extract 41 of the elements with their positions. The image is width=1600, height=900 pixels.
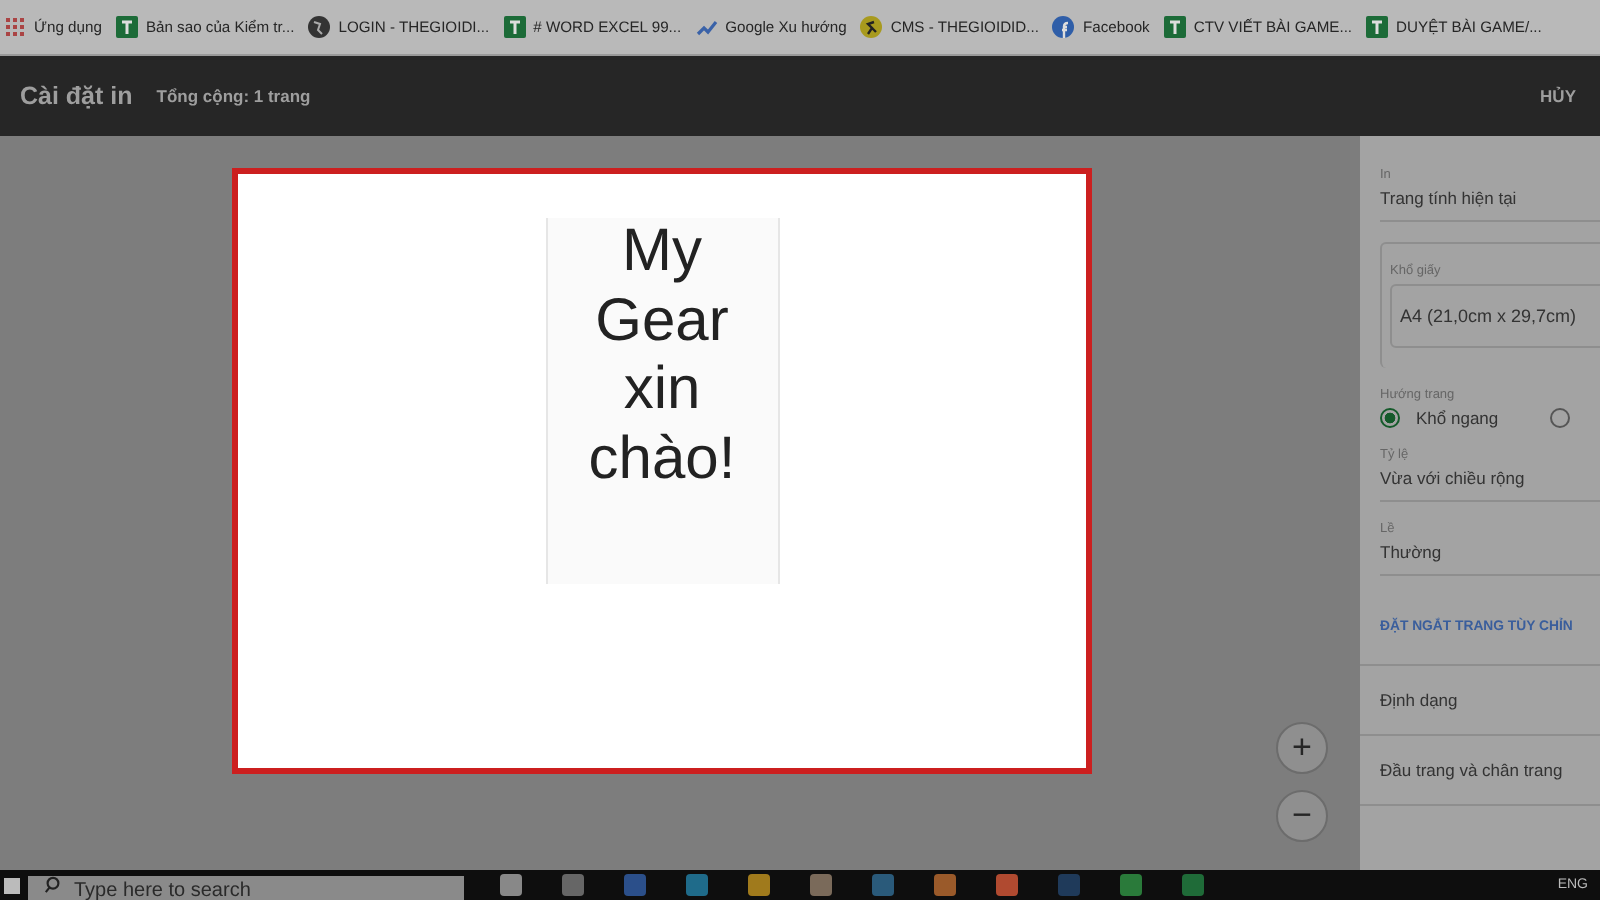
radio-button[interactable] <box>1380 408 1400 428</box>
section-item[interactable]: Đầu trang và chân trang <box>1380 760 1600 780</box>
spreadsheet-icon <box>1366 16 1389 38</box>
preview-text: xin <box>623 356 701 425</box>
app-icon[interactable] <box>624 874 646 896</box>
facebook-icon <box>1052 16 1075 38</box>
app-icon[interactable] <box>1182 874 1204 896</box>
zoom-in-button[interactable]: + <box>1276 722 1328 774</box>
globe-icon <box>308 16 331 38</box>
search-field[interactable]: Type here to search <box>28 876 464 900</box>
setting-dropdown[interactable]: Thường <box>1380 542 1600 574</box>
paper-size-field[interactable]: A4 (21,0cm x 29,7cm) <box>1390 284 1600 348</box>
grid-icon <box>6 17 26 37</box>
spreadsheet-icon <box>1163 16 1186 38</box>
preview-text: Gear <box>595 287 729 356</box>
windows-icon[interactable] <box>4 877 20 893</box>
app-icon[interactable] <box>872 874 894 896</box>
preview-text: My <box>622 218 702 287</box>
runner-icon <box>860 16 883 38</box>
dialog-title: Cài đặt in <box>20 82 133 110</box>
app-icon[interactable] <box>562 874 584 896</box>
app-icon[interactable] <box>996 874 1018 896</box>
app-icon[interactable] <box>1120 874 1142 896</box>
app-icon[interactable] <box>686 874 708 896</box>
radio-label: Khổ ngang <box>1416 408 1499 428</box>
app-icon[interactable] <box>810 874 832 896</box>
app-icon[interactable] <box>934 874 956 896</box>
app-icon[interactable] <box>500 874 522 896</box>
cancel-button[interactable]: HỦY <box>1532 78 1584 114</box>
setting-dropdown[interactable]: Trang tính hiện tại <box>1380 188 1600 220</box>
page-count: Tổng cộng: 1 trang <box>156 86 311 106</box>
zoom-out-button[interactable]: − <box>1276 790 1328 842</box>
radio-button[interactable] <box>1550 408 1571 428</box>
setting-dropdown[interactable]: Vừa với chiều rộng <box>1380 468 1600 500</box>
trend-icon <box>695 16 718 38</box>
app-icon[interactable] <box>748 874 770 896</box>
app-icon[interactable] <box>1058 874 1080 896</box>
preview-text: chào! <box>588 425 736 494</box>
spreadsheet-icon <box>503 16 526 38</box>
section-item[interactable]: Định dạng <box>1380 690 1600 710</box>
spreadsheet-icon <box>115 16 138 38</box>
